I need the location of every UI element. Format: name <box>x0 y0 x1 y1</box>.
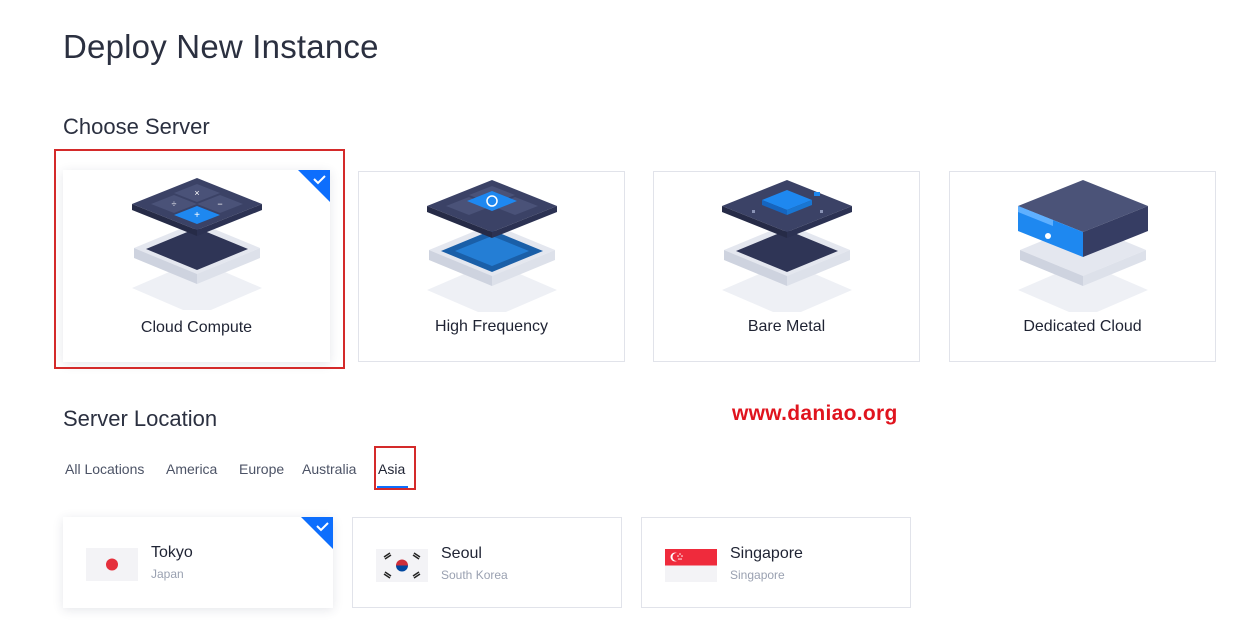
location-country: Japan <box>151 567 184 581</box>
page-title: Deploy New Instance <box>63 28 379 65</box>
server-option-label: Bare Metal <box>747 318 826 335</box>
choose-server-heading: Choose Server <box>63 114 210 139</box>
japan-flag-icon <box>86 548 138 581</box>
tab-highlight <box>374 446 416 490</box>
location-city: Singapore <box>730 545 803 562</box>
tab-all-locations[interactable]: All Locations <box>65 461 144 477</box>
checkmark-icon <box>301 517 333 549</box>
high-frequency-illustration <box>426 180 557 312</box>
singapore-flag-icon <box>665 549 717 582</box>
dedicated-cloud-illustration <box>1017 180 1148 312</box>
bare-metal-illustration <box>721 180 852 312</box>
server-option-bare-metal[interactable]: Bare Metal <box>653 171 920 362</box>
watermark: www.daniao.org <box>732 402 898 425</box>
server-location-heading: Server Location <box>63 406 218 431</box>
server-option-label: High Frequency <box>435 318 548 335</box>
tab-australia[interactable]: Australia <box>302 461 356 477</box>
tab-europe[interactable]: Europe <box>239 461 284 477</box>
location-option-singapore[interactable]: Singapore Singapore <box>641 517 911 608</box>
location-option-seoul[interactable]: Seoul South Korea <box>352 517 622 608</box>
location-country: Singapore <box>730 568 785 582</box>
location-city: Seoul <box>441 545 482 562</box>
tab-america[interactable]: America <box>166 461 217 477</box>
server-option-dedicated-cloud[interactable]: Dedicated Cloud <box>949 171 1216 362</box>
selection-highlight <box>54 149 345 369</box>
location-option-tokyo[interactable]: Tokyo Japan <box>63 517 333 608</box>
south-korea-flag-icon <box>376 549 428 582</box>
location-country: South Korea <box>441 568 508 582</box>
server-option-label: Dedicated Cloud <box>1023 318 1142 335</box>
location-city: Tokyo <box>151 544 193 561</box>
server-option-high-frequency[interactable]: High Frequency <box>358 171 625 362</box>
